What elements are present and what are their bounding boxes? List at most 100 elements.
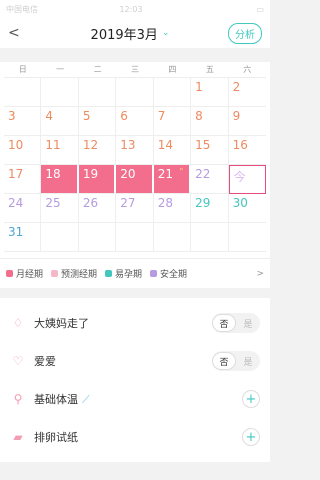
calendar-day[interactable]: 31 [4, 223, 42, 252]
calendar-day[interactable]: 2 [228, 78, 266, 107]
day-number: 25 [45, 196, 61, 210]
toggle-yes[interactable]: 是 [236, 317, 260, 330]
calendar-empty-cell [116, 78, 154, 107]
status-bar: 中国电信 12:03 ▭ [0, 0, 270, 18]
calendar-day[interactable]: 16 [228, 136, 266, 165]
day-number: 26 [82, 196, 99, 210]
day-number: 11 [45, 138, 61, 152]
calendar-day[interactable]: 21 " [153, 165, 192, 194]
toggle-no[interactable]: 否 [212, 314, 236, 332]
header: < 2019年3月 ⌄ 分析 [0, 18, 270, 48]
calendar-day[interactable]: 15 [191, 136, 229, 165]
weekday: 一 [56, 65, 65, 74]
weekday: 三 [130, 65, 139, 74]
calendar-day[interactable]: 22 [191, 165, 229, 194]
record-label: 爱爱 [34, 355, 56, 368]
calendar-day[interactable]: 5 [78, 107, 117, 136]
day-number: 6 [120, 109, 128, 123]
legend[interactable]: 月经期 预测经期 易孕期 安全期 > [0, 258, 270, 288]
day-number: 30 [232, 196, 248, 210]
day-number: 18 [45, 167, 61, 181]
calendar-day[interactable]: 11 [41, 136, 79, 165]
calendar-day[interactable]: 今 [228, 165, 266, 194]
battery-icon: ▭ [256, 4, 264, 14]
add-ovulation-test-button[interactable]: + [242, 428, 260, 446]
toggle-yes[interactable]: 是 [236, 355, 260, 368]
calendar-empty-cell [153, 78, 192, 107]
month-selector[interactable]: 2019年3月 ⌄ [32, 24, 228, 43]
calendar-day[interactable]: 20 [116, 165, 154, 194]
chevron-right-icon[interactable]: > [256, 269, 264, 279]
calendar-day[interactable]: 28 [153, 194, 192, 223]
day-number: 2 [232, 80, 241, 94]
calendar-day[interactable]: 14 [153, 136, 192, 165]
chevron-down-icon: ⌄ [161, 28, 170, 38]
calendar-empty-cell [41, 223, 79, 252]
thermometer-icon: ⚲ [13, 392, 23, 406]
day-number: 16 [232, 138, 248, 152]
record-period-ended: ♢ 大姨妈走了 否 是 [10, 304, 260, 342]
add-bbt-button[interactable]: + [242, 390, 260, 408]
day-number: 19 [82, 167, 99, 181]
day-number: 27 [120, 196, 136, 210]
calendar-day[interactable]: 29 [191, 194, 229, 223]
calendar: 日 一 二 三 四 五 六 1 2 3 4 5 6 7 8 9 10 11 12 13 14 15 16 17 1… [0, 62, 270, 258]
calendar-day[interactable]: 19 [78, 165, 117, 194]
period-ended-toggle[interactable]: 否 是 [212, 313, 260, 333]
legend-label: 安全期 [160, 270, 188, 280]
calendar-day[interactable]: 7 [153, 107, 192, 136]
day-number: 10 [8, 138, 24, 152]
record-ovulation-test: ▰ 排卵试纸 + [10, 418, 260, 456]
calendar-day[interactable]: 3 [4, 107, 42, 136]
calendar-day[interactable]: 13 [116, 136, 154, 165]
day-number: 24 [8, 196, 24, 210]
calendar-day[interactable]: 6 [116, 107, 154, 136]
calendar-day[interactable]: 12 [78, 136, 117, 165]
status-left: 中国电信 [6, 4, 38, 15]
legend-label: 易孕期 [115, 270, 143, 280]
calendar-day[interactable]: 27 [116, 194, 154, 223]
calendar-day[interactable]: 30 [228, 194, 266, 223]
legend-item: 预测经期 [51, 267, 97, 280]
weekday: 四 [168, 65, 177, 74]
drop-icon: ♢ [12, 316, 24, 330]
day-number: 13 [120, 138, 136, 152]
month-title: 2019年3月 [90, 27, 158, 43]
day-number: 5 [82, 109, 91, 123]
record-intimacy: ♡ 爱爱 否 是 [10, 342, 260, 380]
hearts-icon: ♡ [12, 354, 24, 368]
day-number: 29 [195, 196, 211, 210]
calendar-empty-cell [78, 223, 117, 252]
day-number: 21 [157, 167, 173, 181]
calendar-day[interactable]: 8 [191, 107, 229, 136]
day-number: 12 [82, 138, 99, 152]
intimacy-toggle[interactable]: 否 是 [212, 351, 260, 371]
toggle-no[interactable]: 否 [212, 352, 236, 370]
carrier-label: 中国电信 [6, 4, 38, 14]
calendar-empty-cell [116, 223, 154, 252]
back-button[interactable]: < [8, 25, 32, 41]
calendar-empty-cell [153, 223, 192, 252]
weekday: 日 [18, 65, 27, 74]
calendar-day[interactable]: 26 [78, 194, 117, 223]
calendar-day[interactable]: 10 [4, 136, 42, 165]
day-number: 7 [157, 109, 166, 123]
calendar-day[interactable]: 9 [228, 107, 266, 136]
chart-icon[interactable]: ⟋ [82, 393, 90, 406]
calendar-day[interactable]: 24 [4, 194, 42, 223]
calendar-day[interactable]: 25 [41, 194, 79, 223]
calendar-day[interactable]: 4 [41, 107, 79, 136]
legend-label: 月经期 [16, 270, 44, 280]
calendar-empty-cell [191, 223, 229, 252]
records-list: ♢ 大姨妈走了 否 是 ♡ 爱爱 否 是 ⚲ 基础体温 ⟋ + ▰ 排卵试纸 + [0, 298, 270, 462]
legend-color [6, 270, 13, 277]
day-number: 22 [195, 167, 211, 181]
calendar-grid: 1 2 3 4 5 6 7 8 9 10 11 12 13 14 15 16 17 18 19 20 21 " 22 今 24 2… [4, 78, 266, 252]
calendar-day[interactable]: 17 [4, 165, 42, 194]
day-number: 3 [8, 109, 16, 123]
calendar-day[interactable]: 18 [41, 165, 79, 194]
calendar-day[interactable]: 1 [191, 78, 229, 107]
calendar-empty-cell [228, 223, 266, 252]
weekday: 二 [93, 65, 102, 74]
analyze-button[interactable]: 分析 [228, 22, 262, 44]
